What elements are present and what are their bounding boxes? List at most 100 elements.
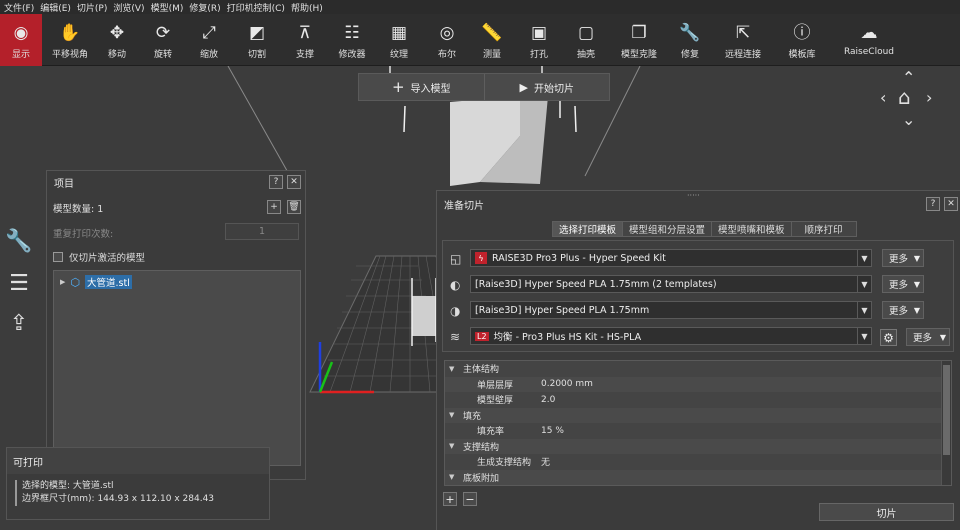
tool-label: 布尔 [437,50,456,60]
close-icon[interactable]: ✕ [944,197,958,211]
tool-label: 模板库 [788,50,816,60]
printer-select[interactable]: ϟ RAISE3D Pro3 Plus - Hyper Speed Kit ▼ [470,249,872,267]
gear-icon[interactable]: ⚙ [880,329,897,346]
tree-item[interactable]: ▶ ⬡ 大管道.stl [60,275,132,289]
tool-raisecloud[interactable]: ☁ RaiseCloud [842,14,896,66]
add-model-button[interactable]: + [267,200,281,214]
repeat-count-spinbox[interactable]: 1 [225,223,299,240]
tool-cut[interactable]: ◩ 切割 [240,14,274,66]
settings-list[interactable]: ▼ 主体结构 单层层厚 0.2000 mm 模型壁厚 2.0 ▼ 填充 填充率 15 % … [444,360,952,486]
settings-row[interactable]: 填充率 15 % [445,423,951,439]
collapse-arrow-icon[interactable]: ▼ [449,473,459,481]
chevron-down-icon: ▼ [913,305,920,315]
export-icon[interactable]: ⇪ [5,309,33,337]
tool-measure[interactable]: 📏 测量 [475,14,509,66]
collapse-arrow-icon[interactable]: ▼ [449,365,459,373]
nav-down-icon[interactable]: ⌄ [902,110,915,129]
model-tree[interactable]: ▶ ⬡ 大管道.stl [53,270,301,466]
repeat-label: 重复打印次数: [53,229,114,240]
prepare-slice-title: 准备切片 [444,200,484,212]
tool-texture[interactable]: ▦ 纹理 [382,14,416,66]
scrollbar-thumb[interactable] [943,365,950,455]
nav-left-icon[interactable]: ‹ [880,88,886,107]
left-material-select[interactable]: [Raise3D] Hyper Speed PLA 1.75mm (2 temp… [470,275,872,293]
cut-icon: ◩ [248,23,266,43]
only-active-checkbox-row[interactable]: 仅切片激活的模型 [53,250,145,264]
menu-view[interactable]: 浏览(V) [113,1,144,14]
info-content: 选择的模型: 大管道.stl 边界框尺寸(mm): 144.93 x 112.1… [15,480,214,506]
menu-repair[interactable]: 修复(R) [189,1,220,14]
settings-section[interactable]: ▼ 底板附加 [445,469,951,485]
tool-label: 抽壳 [576,50,595,60]
collapse-all-button[interactable]: − [463,492,477,506]
delete-icon[interactable]: 🗑 [287,200,301,214]
start-slice-button[interactable]: ▶ 开始切片 [483,74,610,100]
setting-value[interactable]: 15 % [541,426,564,436]
home-icon[interactable]: ⌂ [898,85,911,109]
setting-value[interactable]: 2.0 [541,395,555,405]
setting-value[interactable]: 无 [541,455,550,468]
collapse-arrow-icon[interactable]: ▼ [449,411,459,419]
left-material-more-button[interactable]: 更多 ▼ [882,275,924,293]
slice-button[interactable]: 切片 [819,503,954,521]
import-model-button[interactable]: + 导入模型 [359,74,484,100]
tool-scale[interactable]: ⤢ 缩放 [192,14,226,66]
tool-shell[interactable]: ▢ 抽壳 [569,14,603,66]
chevron-down-icon: ▼ [857,328,871,344]
remote-icon: ⇱ [735,23,751,43]
tool-clone[interactable]: ❐ 模型克隆 [618,14,660,66]
settings-scrollbar[interactable] [941,361,951,485]
help-icon[interactable]: ? [269,175,283,189]
tool-support[interactable]: ⊼ 支撑 [288,14,322,66]
quick-action-bar: + 导入模型 ▶ 开始切片 [358,73,610,101]
right-material-more-button[interactable]: 更多 ▼ [882,301,924,319]
profile-select[interactable]: L2 均衡 - Pro3 Plus HS Kit - HS-PLA ▼ [470,327,872,345]
settings-row[interactable]: 生成支撑结构无 [445,454,951,470]
settings-row[interactable]: 单层层厚 0.2000 mm [445,376,951,392]
profile-more-button[interactable]: 更多 ▼ [906,328,950,346]
tab-model-group-layer[interactable]: 模型组和分层设置 [622,221,713,237]
menu-edit[interactable]: 编辑(E) [40,1,71,14]
settings-section[interactable]: ▼ 填充 [445,407,951,423]
expand-arrow-icon[interactable]: ▶ [60,278,65,286]
tool-hole[interactable]: ▣ 打孔 [522,14,556,66]
close-icon[interactable]: ✕ [287,175,301,189]
menu-file[interactable]: 文件(F) [4,1,34,14]
tool-label: 缩放 [199,50,218,60]
tab-sequential-print[interactable]: 顺序打印 [790,221,857,237]
collapse-arrow-icon[interactable]: ▼ [449,442,459,450]
settings-section[interactable]: ▼ 支撑结构 [445,438,951,454]
chevron-down-icon: ▼ [913,279,920,289]
menu-slice[interactable]: 切片(P) [77,1,107,14]
tool-rotate[interactable]: ⟳ 旋转 [146,14,180,66]
only-active-checkbox[interactable] [53,252,63,262]
tool-repair[interactable]: 🔧 修复 [673,14,707,66]
play-icon: ▶ [519,80,528,94]
help-icon[interactable]: ? [926,197,940,211]
tool-pan[interactable]: ✋ 平移视角 [46,14,94,66]
setting-value[interactable]: 0.2000 mm [541,379,593,389]
settings-row[interactable]: 模型壁厚 2.0 [445,392,951,408]
section-label: 填充 [463,411,482,422]
expand-all-button[interactable]: + [443,492,457,506]
tab-select-template[interactable]: 选择打印模板 [552,221,624,237]
tool-remote[interactable]: ⇱ 远程连接 [722,14,764,66]
printer-more-button[interactable]: 更多 ▼ [882,249,924,267]
chevron-down-icon: ▼ [857,302,871,318]
list-icon[interactable]: ☰ [5,269,33,297]
tool-library[interactable]: ⓘ 模板库 [784,14,820,66]
right-material-select[interactable]: [Raise3D] Hyper Speed PLA 1.75mm ▼ [470,301,872,319]
menu-printer-control[interactable]: 打印机控制(C) [227,1,285,14]
menu-model[interactable]: 模型(M) [151,1,184,14]
nav-right-icon[interactable]: › [926,88,932,107]
menu-help[interactable]: 帮助(H) [291,1,323,14]
tool-boolean[interactable]: ◎ 布尔 [430,14,464,66]
tab-model-nozzle-template[interactable]: 模型喷嘴和模板 [711,221,792,237]
tool-display[interactable]: ◉ 显示 [0,14,42,66]
settings-section[interactable]: ▼ 主体结构 [445,361,951,377]
tool-modifier[interactable]: ☷ 修改器 [334,14,370,66]
wrench-icon[interactable]: 🔧 [5,227,33,255]
setting-key: 填充率 [477,427,505,438]
tool-move[interactable]: ✥ 移动 [100,14,134,66]
plus-icon: + [391,78,405,96]
